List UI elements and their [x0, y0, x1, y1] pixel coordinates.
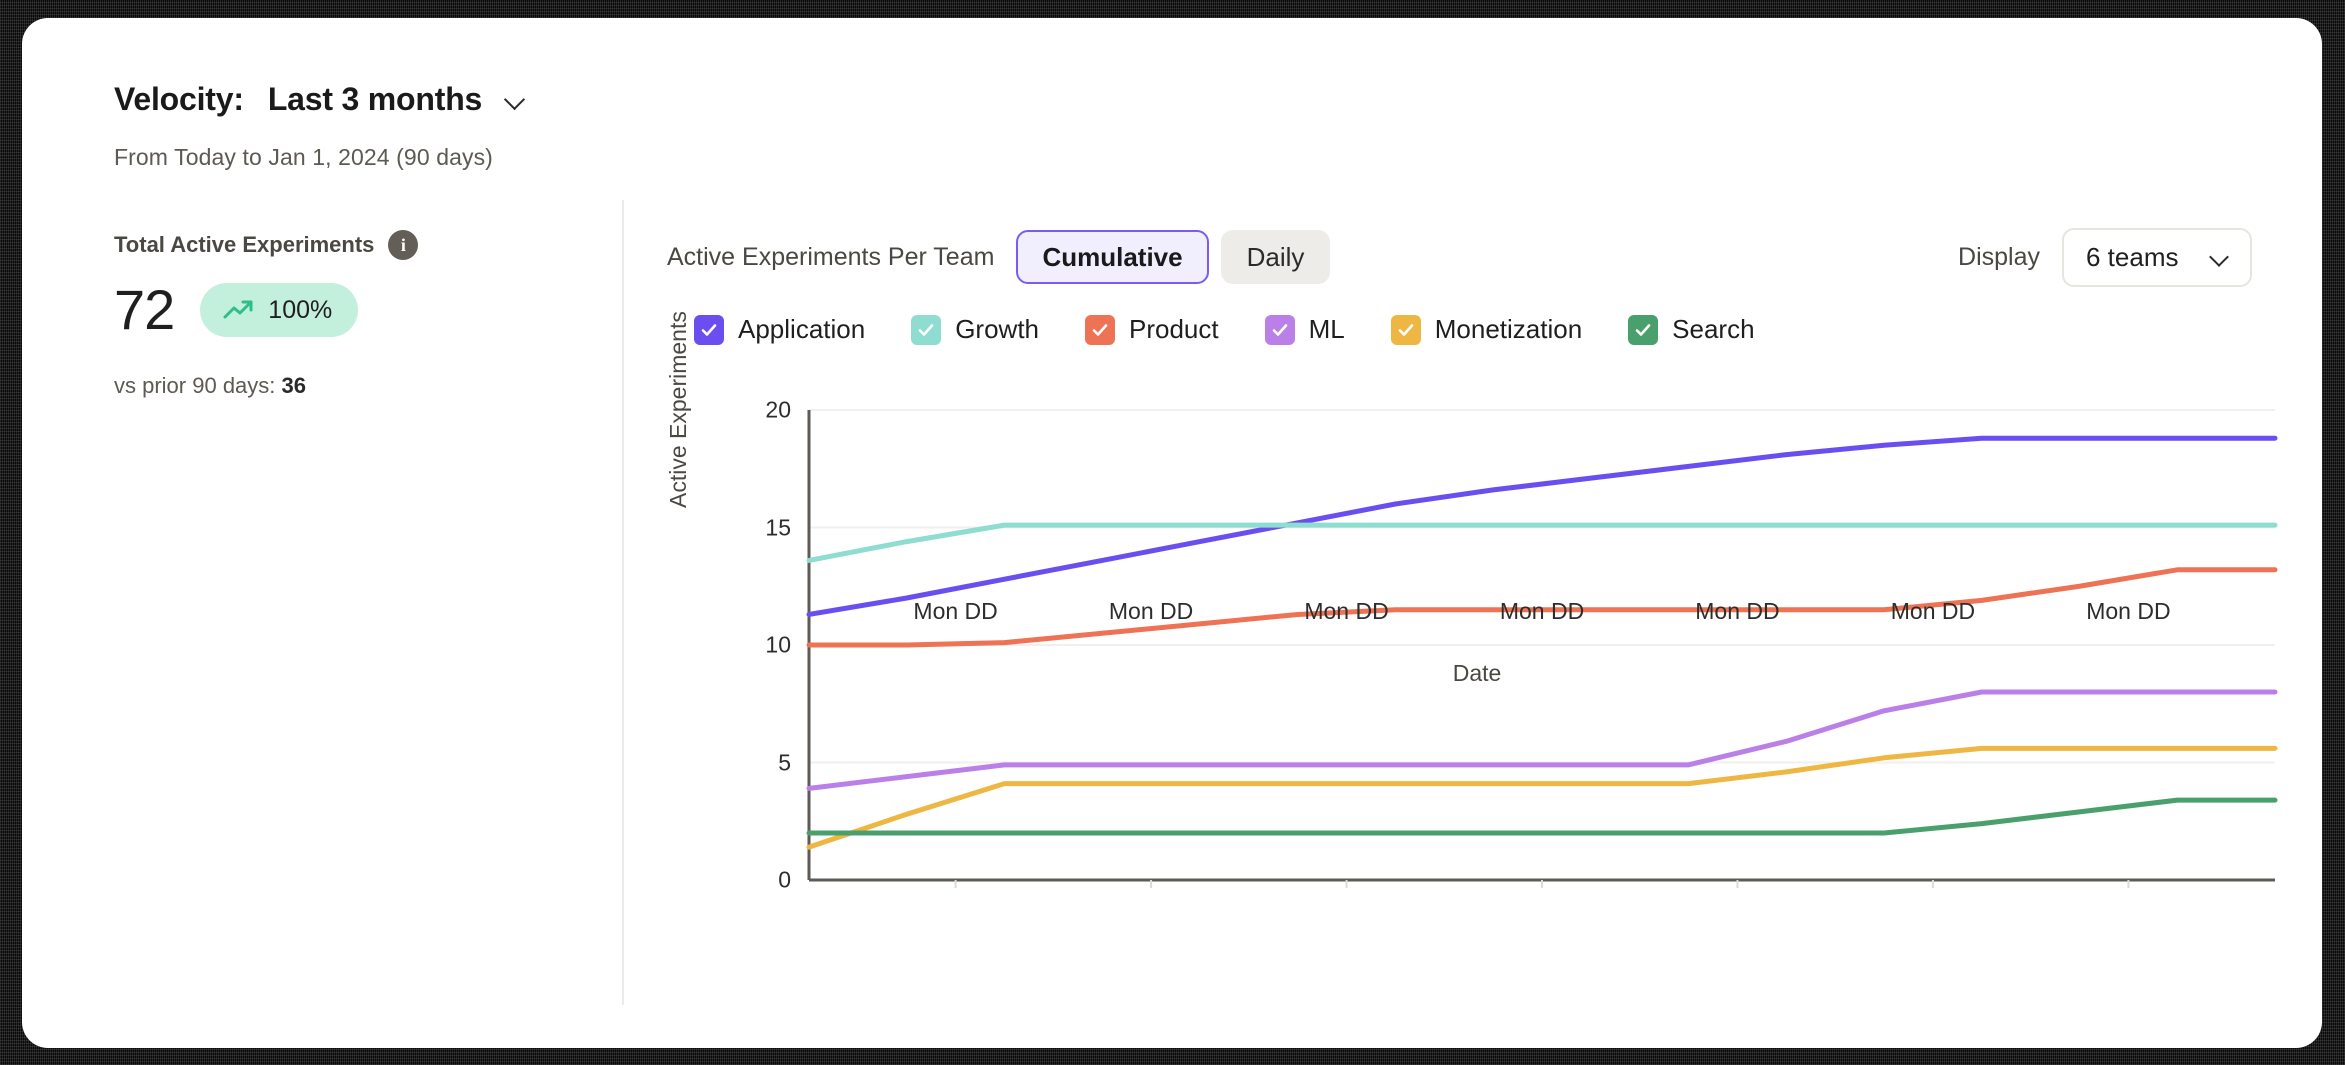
- chevron-down-icon: [2210, 248, 2228, 266]
- metric-comparison-prefix: vs prior 90 days:: [114, 373, 275, 398]
- info-icon[interactable]: i: [388, 230, 418, 260]
- x-axis-tick-label: Mon DD: [1304, 598, 1388, 625]
- tab-cumulative[interactable]: Cumulative: [1016, 230, 1208, 285]
- x-axis-tick-label: Mon DD: [1500, 598, 1584, 625]
- y-axis-tick-label: 0: [778, 867, 791, 894]
- velocity-title-row: Velocity: Last 3 months: [114, 76, 526, 122]
- legend-item-application[interactable]: Application: [694, 314, 865, 345]
- date-range-subtitle: From Today to Jan 1, 2024 (90 days): [114, 144, 526, 171]
- teams-select[interactable]: 6 teams: [2062, 228, 2252, 287]
- tab-daily[interactable]: Daily: [1221, 230, 1331, 285]
- checkbox-checked-icon[interactable]: [1391, 315, 1421, 345]
- chart-legend: Application Growth Product ML Monetization Se…: [694, 314, 1801, 345]
- teams-select-value: 6 teams: [2086, 242, 2179, 273]
- x-axis-tick-label: Mon DD: [913, 598, 997, 625]
- x-axis-tick-label: Mon DD: [1109, 598, 1193, 625]
- legend-item-label: Application: [738, 314, 865, 345]
- card-header: Velocity: Last 3 months From Today to Ja…: [114, 76, 526, 171]
- chart-mode-tabs: Cumulative Daily: [1016, 230, 1330, 285]
- status-badge: 100%: [200, 283, 358, 337]
- x-axis-tick-label: Mon DD: [1891, 598, 1975, 625]
- checkbox-checked-icon[interactable]: [1265, 315, 1295, 345]
- metric-value-row: 72 100%: [114, 282, 358, 338]
- metric-label: Total Active Experiments: [114, 232, 374, 258]
- metric-value: 72: [114, 282, 174, 338]
- chart-header: Active Experiments Per Team Cumulative D…: [667, 226, 2252, 288]
- checkbox-checked-icon[interactable]: [1628, 315, 1658, 345]
- y-axis-tick-label: 15: [765, 514, 791, 541]
- y-axis-tick-label: 20: [765, 397, 791, 424]
- legend-item-monetization[interactable]: Monetization: [1391, 314, 1582, 345]
- panel-divider: [622, 200, 624, 1005]
- page-title: Velocity:: [114, 81, 244, 118]
- display-control: Display 6 teams: [1958, 228, 2252, 287]
- checkbox-checked-icon[interactable]: [911, 315, 941, 345]
- x-axis-label: Date: [667, 660, 2287, 687]
- date-range-value[interactable]: Last 3 months: [268, 81, 482, 118]
- legend-item-product[interactable]: Product: [1085, 314, 1219, 345]
- chart-container: Active Experiments 05101520 Mon DDMon DD…: [667, 388, 2287, 948]
- chart-title: Active Experiments Per Team: [667, 243, 994, 272]
- velocity-card: Velocity: Last 3 months From Today to Ja…: [22, 18, 2322, 1048]
- legend-item-label: Product: [1129, 314, 1219, 345]
- x-axis-tick-label: Mon DD: [1695, 598, 1779, 625]
- trend-up-icon: [222, 298, 256, 322]
- legend-item-label: Search: [1672, 314, 1754, 345]
- legend-item-ml[interactable]: ML: [1265, 314, 1345, 345]
- line-chart-plot: [667, 388, 2287, 888]
- x-axis-tick-label: Mon DD: [2086, 598, 2170, 625]
- legend-item-label: Monetization: [1435, 314, 1582, 345]
- metric-label-row: Total Active Experiments i: [114, 230, 418, 260]
- metric-comparison-value: 36: [282, 373, 306, 398]
- display-label: Display: [1958, 243, 2040, 272]
- screen-root: Velocity: Last 3 months From Today to Ja…: [0, 0, 2345, 1065]
- legend-item-label: Growth: [955, 314, 1039, 345]
- checkbox-checked-icon[interactable]: [1085, 315, 1115, 345]
- y-axis-tick-label: 10: [765, 632, 791, 659]
- metric-comparison: vs prior 90 days: 36: [114, 373, 306, 399]
- legend-item-search[interactable]: Search: [1628, 314, 1754, 345]
- chevron-down-icon[interactable]: [504, 88, 526, 110]
- legend-item-growth[interactable]: Growth: [911, 314, 1039, 345]
- legend-item-label: ML: [1309, 314, 1345, 345]
- y-axis-tick-label: 5: [778, 749, 791, 776]
- trend-value: 100%: [268, 296, 332, 325]
- checkbox-checked-icon[interactable]: [694, 315, 724, 345]
